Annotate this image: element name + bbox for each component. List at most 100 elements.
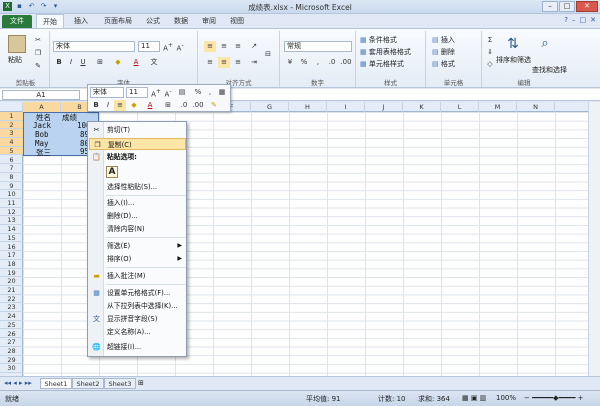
border-icon[interactable]: ⊞ [94, 57, 106, 68]
menu-item-copy[interactable]: ❐ 复制(C) [89, 138, 186, 150]
shrink-font-icon[interactable]: A- [174, 41, 186, 52]
increase-decimal-icon[interactable]: .0 [326, 57, 338, 68]
column-header[interactable]: N [517, 102, 555, 112]
bold-icon[interactable]: B [90, 100, 102, 111]
row-header[interactable]: 24 [0, 312, 23, 321]
maximize-button[interactable]: □ [559, 1, 575, 12]
column-header[interactable]: K [403, 102, 441, 112]
menu-item-insert[interactable]: 插入(I)... [89, 197, 186, 209]
phonetic-icon[interactable]: 文 [148, 57, 160, 68]
find-select-icon[interactable]: ⌕ [536, 35, 554, 53]
orientation-icon[interactable]: ↗ [248, 41, 260, 52]
cell-a2[interactable]: Jack [33, 121, 51, 130]
align-middle-icon[interactable]: ≡ [218, 41, 230, 52]
column-header[interactable]: M [479, 102, 517, 112]
font-size-combo[interactable]: 11 [138, 41, 160, 52]
find-select-button[interactable]: 查找和选择 [532, 65, 567, 75]
close-workbook-icon[interactable]: ✕ [590, 16, 596, 24]
format-painter-icon[interactable]: ✎ [32, 61, 44, 72]
merge-icon[interactable]: ⊟ [262, 49, 274, 60]
align-top-icon[interactable]: ≡ [204, 41, 216, 52]
menu-item-insert-comment[interactable]: ▬ 插入批注(M) [89, 270, 186, 282]
cell-styles-button[interactable]: ▦ 单元格样式 [360, 59, 404, 69]
tab-review[interactable]: 审阅 [196, 14, 222, 28]
row-header[interactable]: 16 [0, 243, 23, 252]
row-header[interactable]: 3 [0, 129, 23, 139]
comma-icon[interactable]: , [204, 87, 216, 98]
row-header[interactable]: 13 [0, 216, 23, 226]
mini-font-combo[interactable]: 宋体 [90, 87, 124, 98]
zoom-slider[interactable]: − ━━━━━◆━━━━ + [524, 394, 584, 402]
column-header[interactable]: H [289, 102, 327, 112]
underline-icon[interactable]: U [77, 57, 89, 68]
tab-insert[interactable]: 插入 [68, 14, 94, 28]
conditional-format-button[interactable]: ▦ 条件格式 [360, 35, 397, 45]
row-header[interactable]: 1 [0, 112, 23, 121]
fill-color-icon[interactable]: ◆ [112, 57, 124, 68]
font-color-icon[interactable]: A [144, 100, 156, 111]
row-header[interactable]: 28 [0, 347, 23, 356]
delete-cells-button[interactable]: ▤ 删除 [432, 47, 455, 57]
grow-font-icon[interactable]: A+ [162, 41, 174, 52]
border-icon[interactable]: ⊞ [162, 100, 174, 111]
column-header[interactable]: A [23, 102, 61, 112]
percent-icon[interactable]: % [192, 87, 204, 98]
comma-icon[interactable]: , [312, 57, 324, 68]
cell-a5[interactable]: 张三 [36, 147, 51, 158]
grow-font-icon[interactable]: A+ [150, 87, 162, 98]
number-format-icon[interactable]: ▤ [176, 87, 188, 98]
decrease-decimal-icon[interactable]: .00 [340, 57, 352, 68]
select-all-button[interactable] [0, 102, 23, 112]
help-icon[interactable]: ? [564, 16, 568, 24]
paste-option-button[interactable]: A [106, 166, 118, 178]
close-button[interactable]: ✕ [576, 1, 598, 12]
indent-icon[interactable]: ⇥ [248, 57, 260, 68]
sheet-tab[interactable]: Sheet2 [72, 378, 104, 389]
cell-b1[interactable]: 成绩 [62, 112, 77, 123]
sort-filter-icon[interactable]: ⇅ [504, 35, 522, 53]
menu-item-cut[interactable]: ✂ 剪切(T) [89, 124, 186, 136]
row-header[interactable]: 9 [0, 182, 23, 191]
row-header[interactable]: 19 [0, 269, 23, 278]
menu-item-paste-special[interactable]: 选择性粘贴(S)... [89, 181, 186, 193]
menu-item-sort[interactable]: 排序(O) ▶ [89, 253, 186, 265]
column-header[interactable]: G [251, 102, 289, 112]
font-name-combo[interactable]: 宋体 [53, 41, 135, 52]
minimize-ribbon-icon[interactable]: – [572, 16, 576, 24]
cell-a3[interactable]: Bob [35, 130, 49, 139]
row-header[interactable]: 8 [0, 173, 23, 182]
zoom-level[interactable]: 100% [496, 394, 516, 402]
cut-icon[interactable]: ✂ [32, 35, 44, 46]
sheet-tab[interactable]: Sheet1 [40, 378, 72, 389]
mini-size-combo[interactable]: 11 [126, 87, 148, 98]
fill-color-icon[interactable]: ◆ [128, 100, 140, 111]
row-header[interactable]: 18 [0, 260, 23, 269]
row-header[interactable]: 17 [0, 251, 23, 260]
menu-item-hyperlink[interactable]: 🌐 超链接(I)... [89, 341, 186, 353]
row-header[interactable]: 25 [0, 321, 23, 330]
percent-icon[interactable]: % [298, 57, 310, 68]
sort-filter-button[interactable]: 排序和筛选 [496, 55, 531, 65]
insert-cells-button[interactable]: ▤ 插入 [432, 35, 455, 45]
column-header[interactable]: J [365, 102, 403, 112]
font-color-icon[interactable]: A [130, 57, 142, 68]
autosum-icon[interactable]: Σ [484, 35, 496, 46]
menu-item-delete[interactable]: 删除(D)... [89, 210, 186, 222]
tab-view[interactable]: 视图 [224, 14, 250, 28]
align-right-icon[interactable]: ≡ [232, 57, 244, 68]
tab-home[interactable]: 开始 [36, 14, 64, 28]
menu-item-pick-from-list[interactable]: 从下拉列表中选择(K)... [89, 300, 186, 312]
column-header[interactable]: I [327, 102, 365, 112]
row-header[interactable]: 12 [0, 208, 23, 217]
menu-item-filter[interactable]: 筛选(E) ▶ [89, 240, 186, 252]
row-header[interactable]: 30 [0, 364, 23, 373]
menu-item-clear[interactable]: 清除内容(N) [89, 223, 186, 235]
view-buttons[interactable]: ▦ ▣ ▥ [462, 394, 486, 402]
menu-item-phonetic[interactable]: 文显示拼音字段(S) [89, 313, 186, 325]
tab-file[interactable]: 文件 [2, 15, 32, 28]
copy-icon[interactable]: ❐ [32, 48, 44, 59]
number-format-combo[interactable]: 常规 [284, 41, 352, 52]
new-sheet-icon[interactable]: ⊞ [138, 379, 144, 387]
italic-icon[interactable]: I [65, 57, 77, 68]
row-header[interactable]: 11 [0, 199, 23, 208]
